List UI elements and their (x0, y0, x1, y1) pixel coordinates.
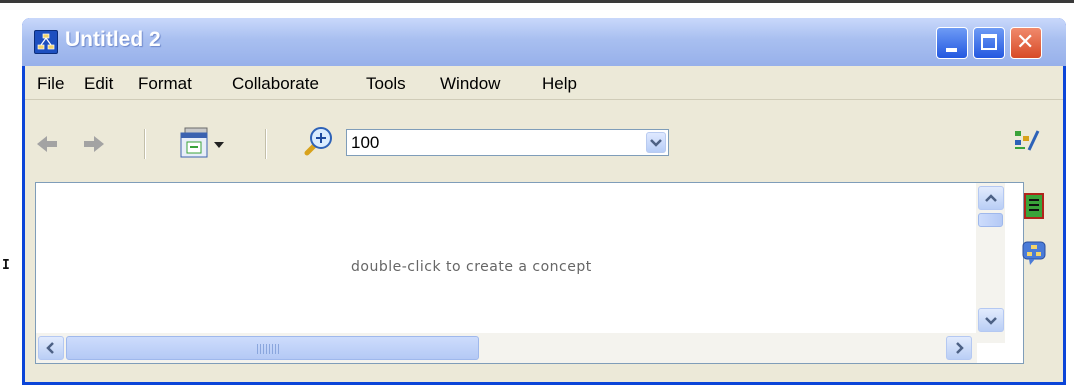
zoom-dropdown-button[interactable] (646, 132, 666, 153)
menu-window[interactable]: Window (440, 74, 500, 94)
menu-bar: File Edit Format Collaborate Tools Windo… (25, 66, 1063, 100)
window-title: Untitled 2 (65, 28, 161, 51)
list-button[interactable] (1023, 193, 1045, 223)
styles-icon (1015, 130, 1040, 151)
scroll-up-button[interactable] (978, 186, 1004, 210)
toolbar: 100 (25, 100, 1063, 176)
horizontal-scroll-thumb[interactable] (66, 336, 479, 360)
close-button[interactable]: ✕ (1010, 27, 1042, 59)
chevron-down-icon (650, 139, 662, 147)
toolbar-separator (144, 129, 146, 159)
discussion-icon (1022, 241, 1046, 265)
list-icon (1024, 193, 1044, 219)
back-arrow-icon (37, 136, 57, 152)
styles-button[interactable] (1013, 128, 1041, 158)
zoom-value: 100 (351, 133, 380, 152)
background-top-line (0, 0, 1074, 3)
concept-map-canvas[interactable]: double-click to create a concept (35, 182, 1024, 364)
forward-button[interactable] (82, 134, 104, 158)
scroll-grip-icon (257, 344, 279, 354)
chevron-left-icon (46, 342, 54, 354)
back-button[interactable] (37, 134, 59, 158)
menu-format[interactable]: Format (138, 74, 192, 94)
view-dropdown-icon (180, 127, 224, 158)
menu-file[interactable]: File (37, 74, 64, 94)
discussion-button[interactable] (1021, 240, 1047, 270)
scroll-right-button[interactable] (946, 336, 972, 360)
application-window: Untitled 2 ✕ File Edit Format Collaborat… (22, 18, 1066, 385)
zoom-select[interactable]: 100 (346, 129, 669, 156)
canvas-hint-text: double-click to create a concept (351, 259, 592, 275)
app-icon[interactable] (34, 30, 58, 54)
chevron-up-icon (985, 194, 997, 202)
menu-help[interactable]: Help (542, 74, 577, 94)
menu-edit[interactable]: Edit (84, 74, 113, 94)
menu-tools[interactable]: Tools (366, 74, 406, 94)
background-edge-text: I (2, 258, 10, 273)
menu-collaborate[interactable]: Collaborate (232, 74, 319, 94)
vertical-scrollbar[interactable] (976, 183, 1005, 343)
view-dropdown-button[interactable] (177, 126, 235, 166)
close-icon: ✕ (1016, 30, 1035, 55)
maximize-button[interactable] (973, 27, 1005, 59)
zoom-in-button[interactable] (301, 125, 335, 163)
forward-arrow-icon (84, 136, 104, 152)
chevron-down-icon (985, 317, 997, 325)
scroll-left-button[interactable] (38, 336, 64, 360)
title-bar[interactable]: Untitled 2 ✕ (22, 18, 1066, 66)
minimize-button[interactable] (936, 27, 968, 59)
scroll-down-button[interactable] (978, 308, 1004, 332)
toolbar-separator (265, 129, 267, 159)
maximize-icon (981, 34, 997, 50)
chevron-right-icon (956, 342, 964, 354)
zoom-in-icon (304, 127, 332, 156)
minimize-icon (946, 48, 957, 52)
vertical-scroll-thumb[interactable] (978, 213, 1003, 227)
horizontal-scrollbar[interactable] (36, 333, 977, 363)
